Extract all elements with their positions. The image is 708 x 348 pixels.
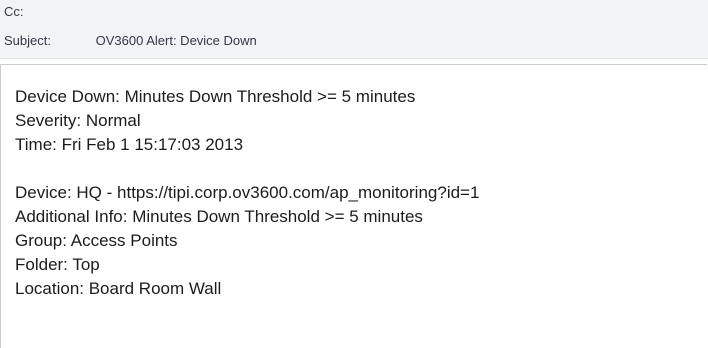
- severity-line: Severity: Normal: [15, 111, 141, 130]
- message-body-text: Device Down: Minutes Down Threshold >= 5…: [15, 85, 479, 301]
- additional-info-line: Additional Info: Minutes Down Threshold …: [15, 207, 423, 226]
- location-line: Location: Board Room Wall: [15, 279, 222, 298]
- time-line: Time: Fri Feb 1 15:17:03 2013: [15, 135, 244, 154]
- cc-row: Cc:: [4, 4, 96, 20]
- subject-label: Subject:: [4, 33, 51, 48]
- subject-value[interactable]: OV3600 Alert: Device Down: [96, 33, 257, 49]
- message-header: Cc: Subject: OV3600 Alert: Device Down: [0, 0, 708, 59]
- device-line: Device: HQ - https://tipi.corp.ov3600.co…: [15, 183, 480, 202]
- alert-title-line: Device Down: Minutes Down Threshold >= 5…: [15, 87, 416, 106]
- cc-label[interactable]: Cc:: [4, 4, 92, 20]
- message-body[interactable]: Device Down: Minutes Down Threshold >= 5…: [0, 64, 707, 348]
- group-line: Group: Access Points: [15, 231, 178, 250]
- subject-row: Subject: OV3600 Alert: Device Down: [4, 33, 257, 49]
- folder-line: Folder: Top: [15, 255, 100, 274]
